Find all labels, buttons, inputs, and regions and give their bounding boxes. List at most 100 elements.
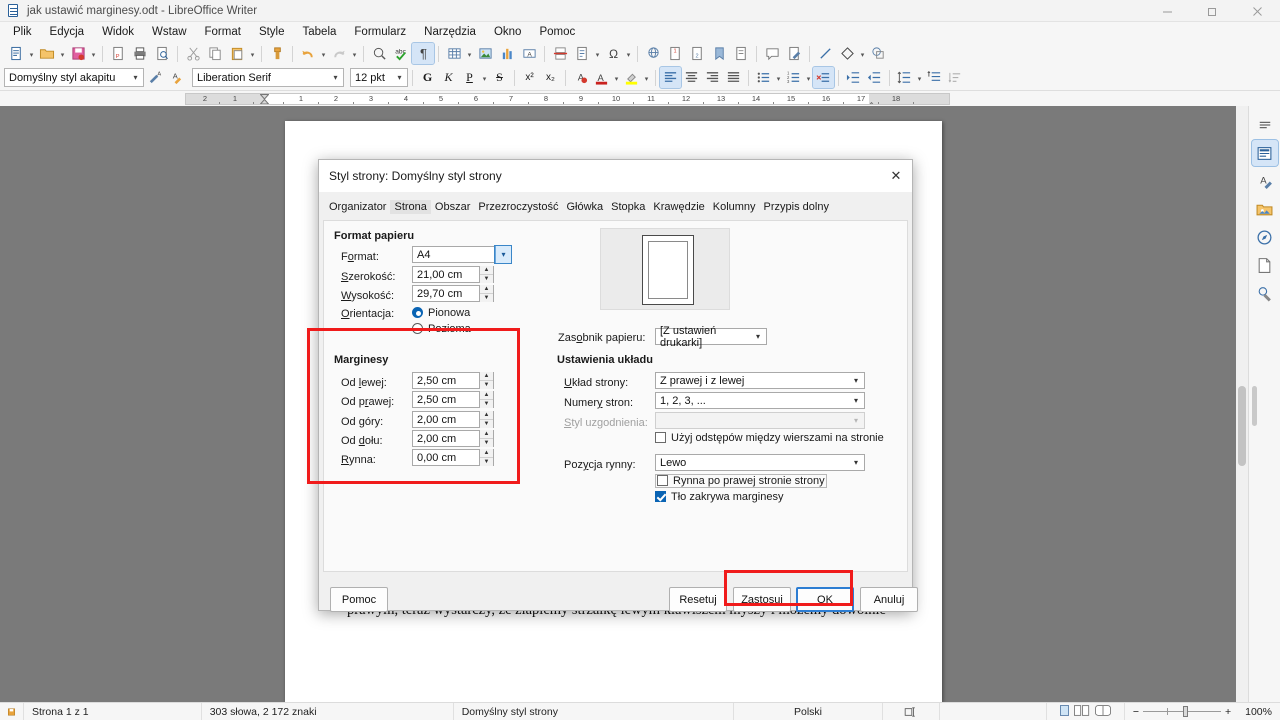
menu-formularz[interactable]: Formularz xyxy=(345,24,415,40)
cancel-button[interactable]: Anuluj xyxy=(860,587,918,612)
sidebar-settings-icon[interactable] xyxy=(1252,112,1278,138)
digital-signature-status[interactable] xyxy=(940,703,1047,720)
chevron-down-icon[interactable]: ▾ xyxy=(848,454,864,471)
single-page-view-icon[interactable] xyxy=(1060,705,1069,719)
page-number-status[interactable]: Strona 1 z 1 xyxy=(24,703,202,720)
paragraph-style-combo[interactable]: Domyślny styl akapitu ▾ xyxy=(4,68,144,87)
gutter-input[interactable]: 0,00 cm ▲▼ xyxy=(412,449,494,466)
insert-field-dropdown-icon[interactable]: ▾ xyxy=(593,43,602,64)
zoom-slider-track[interactable] xyxy=(1143,711,1221,712)
italic-button[interactable]: K xyxy=(438,67,459,88)
paper-width-input[interactable]: 21,00 cm ▲▼ xyxy=(412,266,494,283)
undo-dropdown-icon[interactable]: ▾ xyxy=(319,43,328,64)
insert-image-icon[interactable] xyxy=(474,43,496,64)
paper-height-input[interactable]: 29,70 cm ▲▼ xyxy=(412,285,494,302)
menu-narzedzia[interactable]: Narzędzia xyxy=(415,24,485,40)
redo-icon[interactable] xyxy=(328,43,350,64)
insert-table-dropdown-icon[interactable]: ▾ xyxy=(465,43,474,64)
zoom-in-button[interactable]: + xyxy=(1225,706,1231,718)
sidebar-hide-handle[interactable] xyxy=(1252,386,1257,426)
tab-obszar[interactable]: Obszar xyxy=(431,200,474,214)
font-color-dropdown-icon[interactable]: ▾ xyxy=(612,67,621,88)
insert-table-icon[interactable] xyxy=(443,43,465,64)
bold-button[interactable]: G xyxy=(417,67,438,88)
gutter-spinner[interactable]: ▲▼ xyxy=(479,449,493,466)
margin-left-spinner[interactable]: ▲▼ xyxy=(479,372,493,389)
word-count-status[interactable]: 303 słowa, 2 172 znaki xyxy=(202,703,454,720)
clone-formatting-icon[interactable] xyxy=(266,43,288,64)
book-view-icon[interactable] xyxy=(1095,705,1111,719)
minimize-button[interactable] xyxy=(1145,0,1190,22)
save-dropdown-icon[interactable]: ▾ xyxy=(89,43,98,64)
print-preview-icon[interactable] xyxy=(151,43,173,64)
align-left-button[interactable] xyxy=(660,67,681,88)
subscript-button[interactable]: x₂ xyxy=(540,67,561,88)
tab-glowka[interactable]: Główka xyxy=(562,200,607,214)
insert-text-box-icon[interactable]: A xyxy=(518,43,540,64)
margin-bottom-spinner[interactable]: ▲▼ xyxy=(479,430,493,447)
vertical-scrollbar-thumb[interactable] xyxy=(1238,386,1246,466)
font-color-icon[interactable]: A xyxy=(591,67,612,88)
line-spacing-button[interactable] xyxy=(894,67,915,88)
highlight-color-dropdown-icon[interactable]: ▾ xyxy=(642,67,651,88)
menu-edycja[interactable]: Edycja xyxy=(41,24,94,40)
new-document-icon[interactable] xyxy=(5,43,27,64)
special-character-dropdown-icon[interactable]: ▾ xyxy=(624,43,633,64)
sidebar-styles-icon[interactable]: A xyxy=(1252,168,1278,194)
sidebar-gallery-icon[interactable] xyxy=(1252,196,1278,222)
zoom-slider-knob[interactable] xyxy=(1183,706,1188,717)
insert-line-icon[interactable] xyxy=(814,43,836,64)
save-icon[interactable] xyxy=(67,43,89,64)
open-dropdown-icon[interactable]: ▾ xyxy=(58,43,67,64)
font-size-combo[interactable]: 12 pkt ▾ xyxy=(350,68,408,87)
right-indent-marker[interactable] xyxy=(867,99,876,105)
insert-bookmark-icon[interactable] xyxy=(708,43,730,64)
orientation-landscape-radio[interactable]: Pozioma xyxy=(412,323,471,335)
sidebar-properties-icon[interactable] xyxy=(1252,140,1278,166)
insert-footnote-icon[interactable]: 1 xyxy=(664,43,686,64)
decrease-indent-button[interactable] xyxy=(864,67,885,88)
tab-stopka[interactable]: Stopka xyxy=(607,200,649,214)
menu-tabela[interactable]: Tabela xyxy=(294,24,346,40)
background-covers-margins-checkbox[interactable]: Tło zakrywa marginesy xyxy=(655,491,783,503)
show-draw-functions-icon[interactable] xyxy=(867,43,889,64)
orientation-portrait-radio[interactable]: Pionowa xyxy=(412,307,470,319)
ruler-track[interactable]: 2 1 1 2 3 4 5 6 7 8 9 10 11 12 13 14 15 … xyxy=(185,93,950,105)
sidebar-style-inspector-icon[interactable] xyxy=(1252,280,1278,306)
chevron-down-icon[interactable]: ▾ xyxy=(392,73,407,82)
track-changes-icon[interactable] xyxy=(783,43,805,64)
margin-right-spinner[interactable]: ▲▼ xyxy=(479,391,493,408)
insert-chart-icon[interactable] xyxy=(496,43,518,64)
gutter-position-combo[interactable]: Lewo ▾ xyxy=(655,454,865,471)
underline-dropdown-icon[interactable]: ▾ xyxy=(480,67,489,88)
unordered-list-dropdown-icon[interactable]: ▾ xyxy=(774,67,783,88)
insert-hyperlink-icon[interactable] xyxy=(642,43,664,64)
menu-okno[interactable]: Okno xyxy=(485,24,531,40)
underline-button[interactable]: P xyxy=(459,67,480,88)
menu-pomoc[interactable]: Pomoc xyxy=(530,24,584,40)
close-button[interactable] xyxy=(1235,0,1280,22)
margin-top-input[interactable]: 2,00 cm ▲▼ xyxy=(412,411,494,428)
tab-strona[interactable]: Strona xyxy=(390,200,430,214)
dialog-close-icon[interactable]: ✕ xyxy=(884,164,908,188)
page-numbers-combo[interactable]: 1, 2, 3, ... ▾ xyxy=(655,392,865,409)
vertical-scrollbar[interactable] xyxy=(1236,106,1248,702)
menu-style[interactable]: Style xyxy=(250,24,294,40)
save-status-icon[interactable] xyxy=(0,703,24,720)
horizontal-ruler[interactable]: 2 1 1 2 3 4 5 6 7 8 9 10 11 12 13 14 15 … xyxy=(0,91,1280,107)
chevron-down-icon[interactable]: ▾ xyxy=(495,246,511,263)
margin-right-input[interactable]: 2,50 cm ▲▼ xyxy=(412,391,494,408)
paper-tray-combo[interactable]: [Z ustawień drukarki] ▾ xyxy=(655,328,767,345)
gutter-on-right-checkbox[interactable]: Rynna po prawej stronie strony xyxy=(655,474,827,488)
page-style-status[interactable]: Domyślny styl strony xyxy=(454,703,734,720)
menu-wstaw[interactable]: Wstaw xyxy=(143,24,196,40)
insert-cross-reference-icon[interactable] xyxy=(730,43,752,64)
menu-format[interactable]: Format xyxy=(196,24,250,40)
copy-icon[interactable] xyxy=(204,43,226,64)
chevron-down-icon[interactable]: ▾ xyxy=(750,328,766,345)
zoom-slider[interactable]: − + xyxy=(1125,706,1239,718)
superscript-button[interactable]: x² xyxy=(519,67,540,88)
zoom-level-status[interactable]: 100% xyxy=(1239,703,1280,720)
selection-mode-icon[interactable] xyxy=(883,703,940,720)
chevron-down-icon[interactable]: ▾ xyxy=(128,73,143,82)
